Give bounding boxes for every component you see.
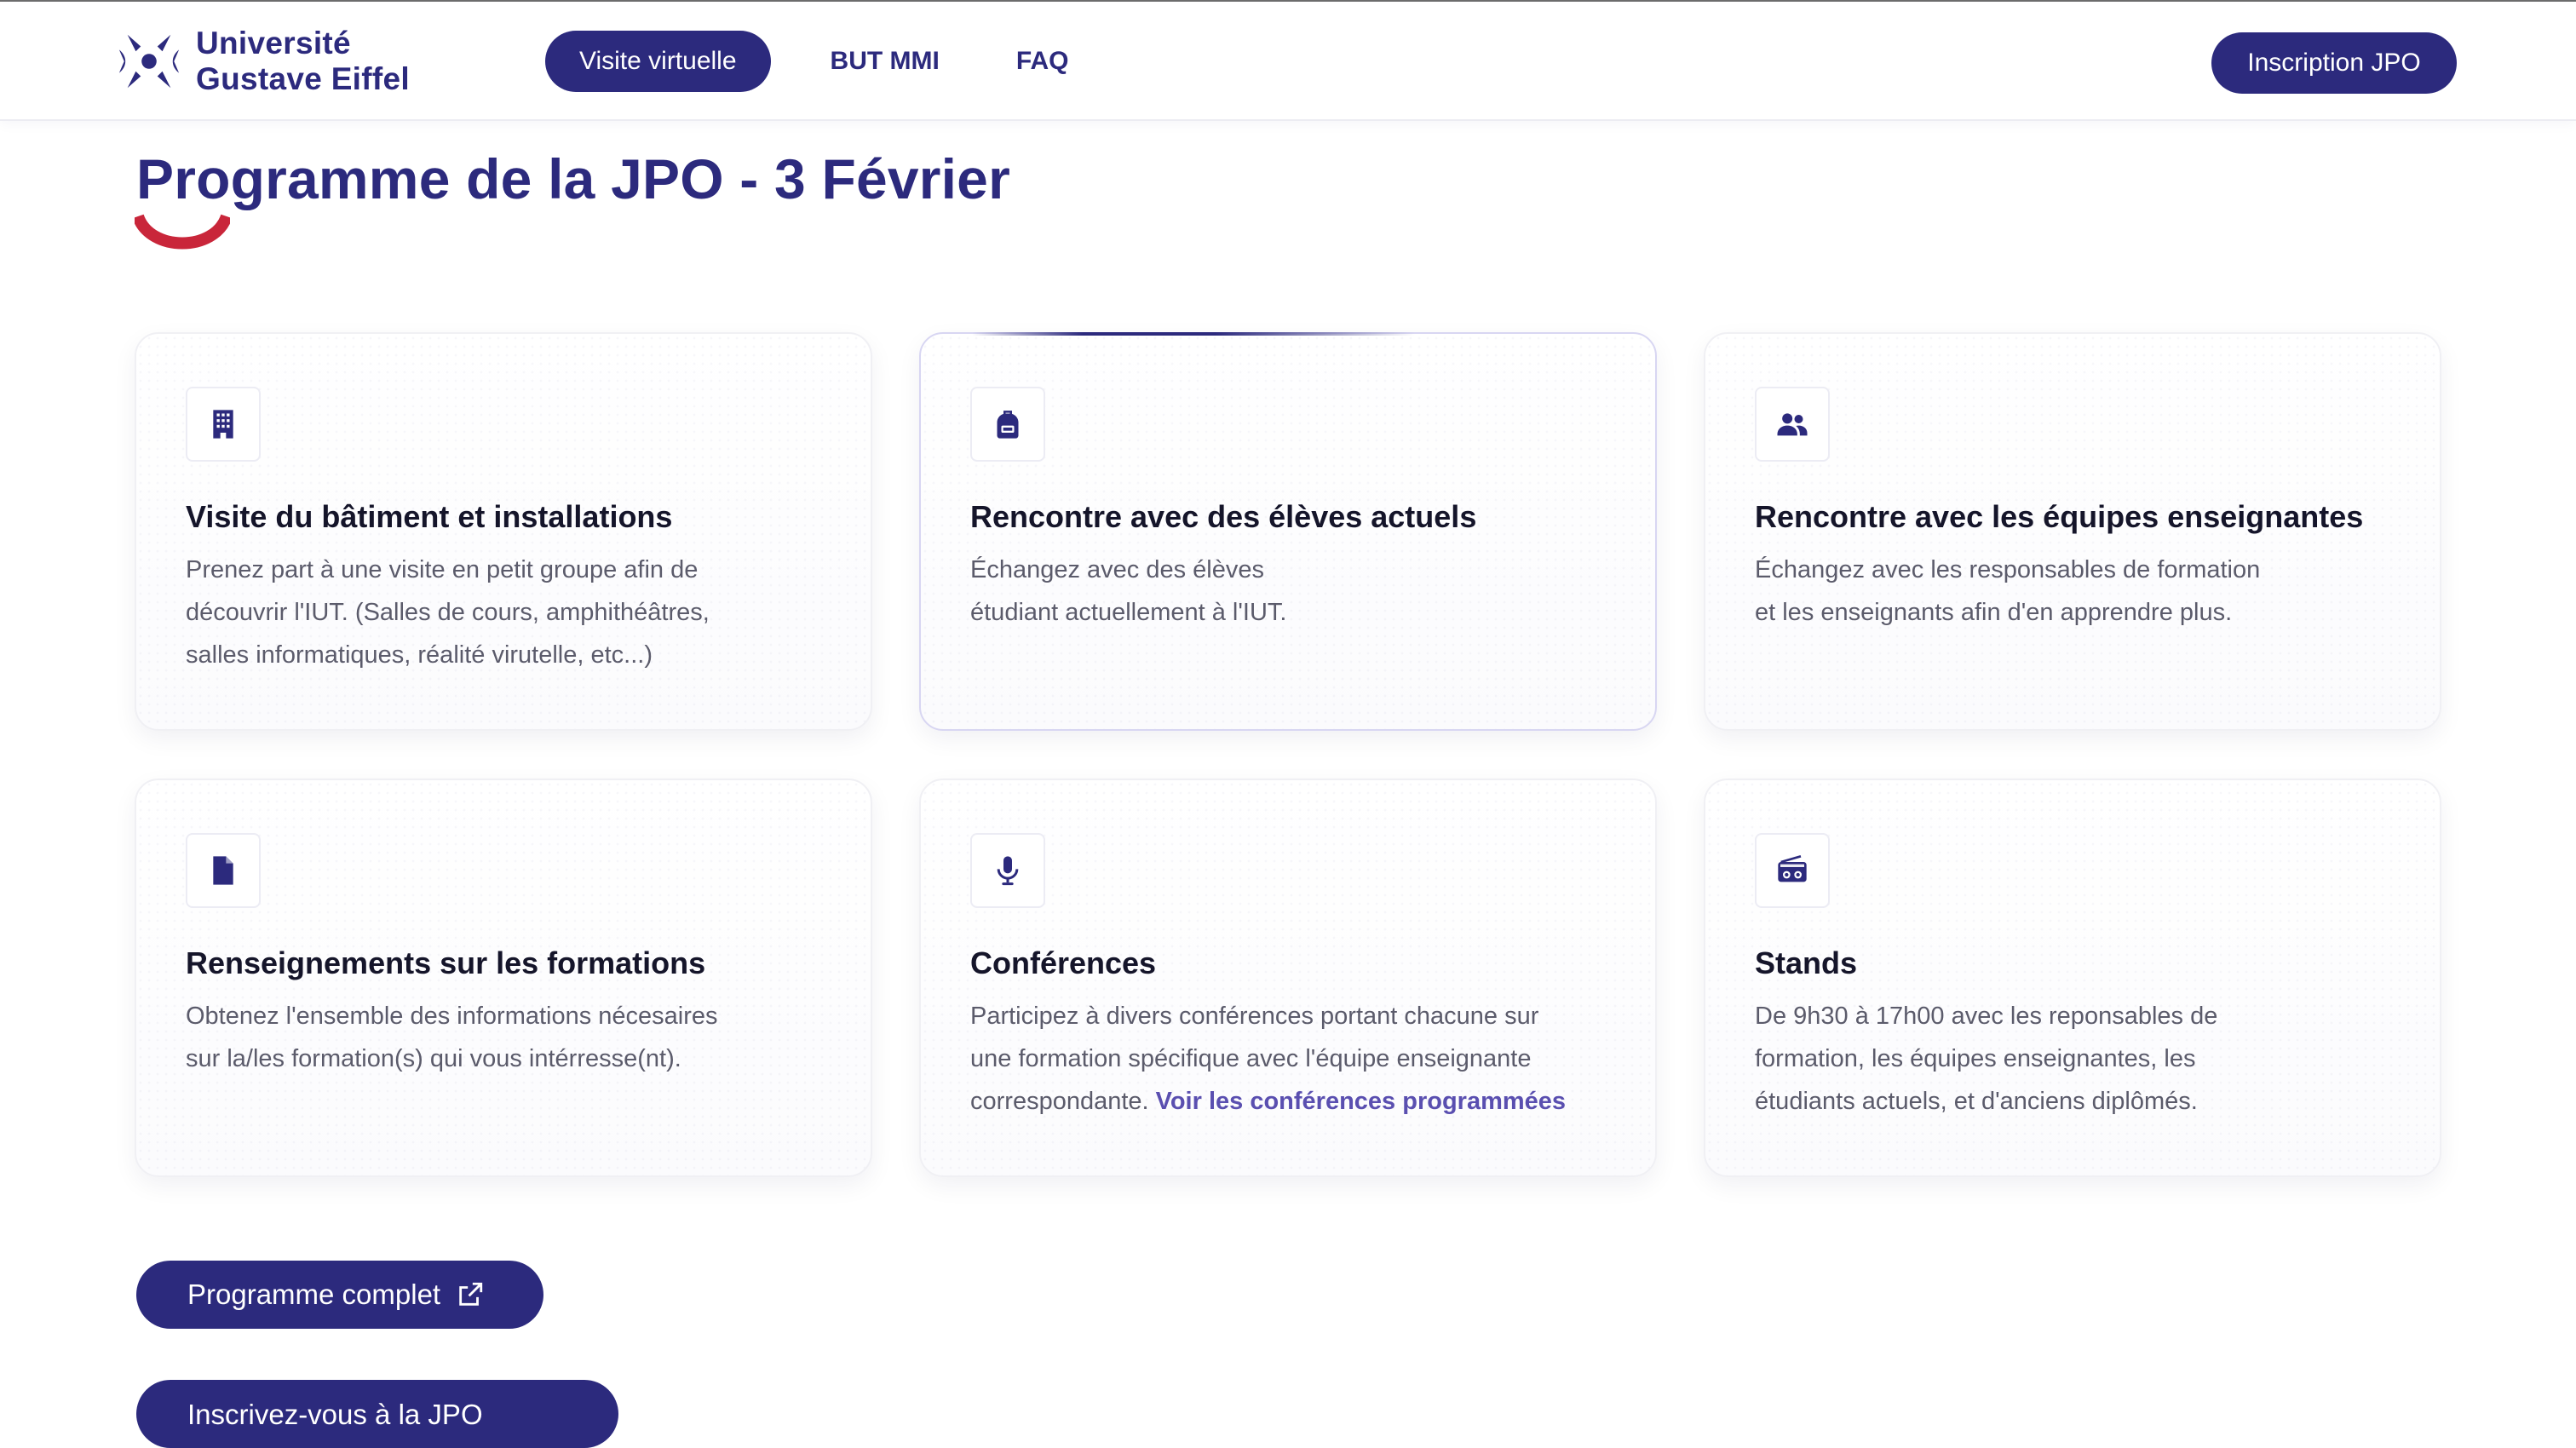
microphone-icon — [997, 856, 1019, 886]
main-nav: Visite virtuelle BUT MMI FAQ — [545, 31, 1069, 92]
card-icon-box — [1755, 387, 1830, 462]
card-description: Prenez part à une visite en petit groupe… — [186, 549, 816, 676]
card-description: Obtenez l'ensemble des informations néce… — [186, 995, 816, 1080]
nav-but-mmi[interactable]: BUT MMI — [831, 47, 940, 76]
card-desc-line: sur la/les formation(s) qui vous intérre… — [186, 1045, 681, 1072]
card-description: Échangez avec les responsables de format… — [1755, 549, 2385, 634]
card-title: Renseignements sur les formations — [186, 945, 706, 980]
logo-mark-icon — [118, 34, 180, 89]
card-desc-line: étudiants actuels, et d'anciens diplômés… — [1755, 1088, 2198, 1115]
card-desc-line: Obtenez l'ensemble des informations néce… — [186, 1003, 718, 1030]
inscription-button-partial[interactable]: Inscrivez-vous à la JPO — [136, 1380, 618, 1448]
card-title: Rencontre avec les équipes enseignantes — [1755, 499, 2364, 534]
card-desc-line: une formation spécifique avec l'équipe e… — [970, 1045, 1532, 1072]
people-icon — [1777, 413, 1808, 436]
programme-complet-label: Programme complet — [187, 1278, 441, 1310]
card-renseignements-formations: Renseignements sur les formations Obtene… — [135, 779, 872, 1177]
card-desc-line: formation, les équipes enseignantes, les — [1755, 1045, 2196, 1072]
card-desc-line: découvrir l'IUT. (Salles de cours, amphi… — [186, 599, 710, 626]
card-title: Visite du bâtiment et installations — [186, 499, 673, 534]
card-desc-line-with-link: correspondante. Voir les conférences pro… — [970, 1080, 1601, 1123]
logo-line-1: Université — [196, 26, 351, 60]
card-icon-box — [186, 833, 261, 908]
backpack-icon — [997, 411, 1019, 439]
card-desc-line: et les enseignants afin d'en apprendre p… — [1755, 599, 2233, 626]
card-desc-line: Échangez avec des élèves — [970, 556, 1264, 583]
page-title: Programme de la JPO - 3 Février — [136, 147, 1010, 210]
card-icon-box — [970, 833, 1045, 908]
building-icon — [213, 410, 233, 439]
logo-text: Université Gustave Eiffel — [196, 26, 410, 97]
card-desc-line: salles informatiques, réalité virutelle,… — [186, 641, 653, 669]
card-visite-batiment: Visite du bâtiment et installations Pren… — [135, 332, 872, 731]
card-icon-box — [1755, 833, 1830, 908]
conferences-link[interactable]: Voir les conférences programmées — [1156, 1088, 1566, 1115]
nav-faq[interactable]: FAQ — [1016, 47, 1069, 76]
card-title: Rencontre avec des élèves actuels — [970, 499, 1477, 534]
card-desc-line: De 9h30 à 17h00 avec les reponsables de — [1755, 1003, 2218, 1030]
card-rencontre-eleves: Rencontre avec des élèves actuels Échang… — [919, 332, 1657, 731]
site-header: Université Gustave Eiffel Visite virtuel… — [0, 2, 2576, 121]
card-desc-line: Participez à divers conférences portant … — [970, 1003, 1539, 1030]
card-description: De 9h30 à 17h00 avec les reponsables de … — [1755, 995, 2385, 1123]
programme-complet-button[interactable]: Programme complet — [136, 1261, 543, 1329]
card-desc-line: Échangez avec les responsables de format… — [1755, 556, 2261, 583]
card-icon-box — [970, 387, 1045, 462]
document-icon — [213, 856, 233, 885]
external-link-icon — [459, 1282, 483, 1306]
inscription-button-label: Inscrivez-vous à la JPO — [187, 1399, 483, 1430]
card-title: Conférences — [970, 945, 1157, 980]
radio-icon — [1778, 855, 1807, 882]
card-desc-line: étudiant actuellement à l'IUT. — [970, 599, 1287, 626]
card-desc-line: Prenez part à une visite en petit groupe… — [186, 556, 699, 583]
nav-visite-virtuelle[interactable]: Visite virtuelle — [545, 31, 771, 92]
card-description: Échangez avec des élèves étudiant actuel… — [970, 549, 1601, 634]
card-title: Stands — [1755, 945, 1858, 980]
inscription-jpo-button[interactable]: Inscription JPO — [2211, 32, 2457, 94]
title-accent-arc — [135, 214, 230, 250]
card-conferences: Conférences Participez à divers conféren… — [919, 779, 1657, 1177]
university-logo[interactable]: Université Gustave Eiffel — [116, 26, 410, 97]
card-stands: Stands De 9h30 à 17h00 avec les reponsab… — [1704, 779, 2441, 1177]
card-icon-box — [186, 387, 261, 462]
card-desc-text: correspondante. — [970, 1088, 1149, 1115]
logo-line-2: Gustave Eiffel — [196, 61, 410, 96]
card-rencontre-enseignants: Rencontre avec les équipes enseignantes … — [1704, 332, 2441, 731]
card-description: Participez à divers conférences portant … — [970, 995, 1601, 1123]
